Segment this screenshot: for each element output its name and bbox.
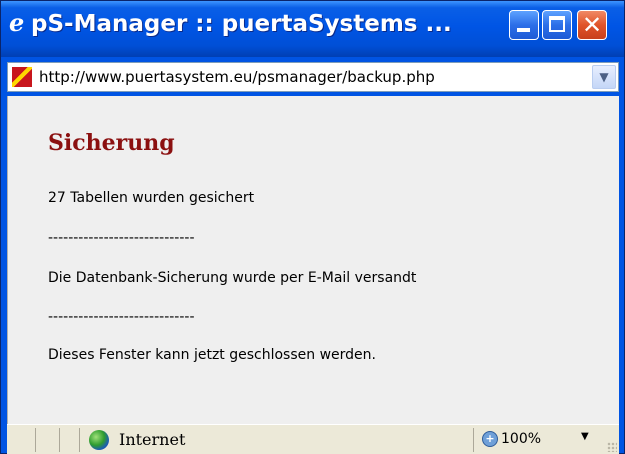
status-message-email: Die Datenbank-Sicherung wurde per E-Mail… [48,270,417,286]
status-bar: Internet + 100% ▼ [7,424,619,454]
zoom-magnifier-icon[interactable]: + [482,431,498,447]
address-dropdown-button[interactable]: ▼ [592,65,616,89]
maximize-button[interactable] [542,10,572,40]
zoom-dropdown-arrow-icon[interactable]: ▼ [581,431,589,442]
site-favicon-icon [12,67,32,87]
address-url[interactable]: http://www.puertasystem.eu/psmanager/bac… [39,68,435,86]
status-divider [35,428,36,452]
title-bar[interactable]: e pS-Manager :: puertaSystems ... ✕ [1,1,624,57]
internet-zone-globe-icon [89,430,109,450]
separator-line: ----------------------------- [48,230,195,246]
resize-grip-icon[interactable] [607,442,617,452]
zoom-level[interactable]: 100% [501,431,541,447]
close-button[interactable]: ✕ [577,10,607,40]
window-title: pS-Manager :: puertaSystems ... [31,11,452,37]
maximize-icon [549,16,565,32]
separator-line: ----------------------------- [48,309,195,325]
status-message-close-window: Dieses Fenster kann jetzt geschlossen we… [48,347,376,363]
page-content: Sicherung 27 Tabellen wurden gesichert -… [7,96,619,424]
security-zone-label[interactable]: Internet [119,430,185,449]
address-bar[interactable]: http://www.puertasystem.eu/psmanager/bac… [7,62,619,92]
minimize-button[interactable] [509,10,539,40]
ie-logo-icon: e [9,8,25,37]
close-icon: ✕ [581,11,603,39]
status-message-tables: 27 Tabellen wurden gesichert [48,190,255,206]
minimize-icon [517,28,530,32]
page-heading: Sicherung [48,130,175,156]
status-divider [59,428,60,452]
status-divider [473,428,474,452]
status-divider [79,428,80,452]
browser-window: e pS-Manager :: puertaSystems ... ✕ http… [0,0,625,454]
